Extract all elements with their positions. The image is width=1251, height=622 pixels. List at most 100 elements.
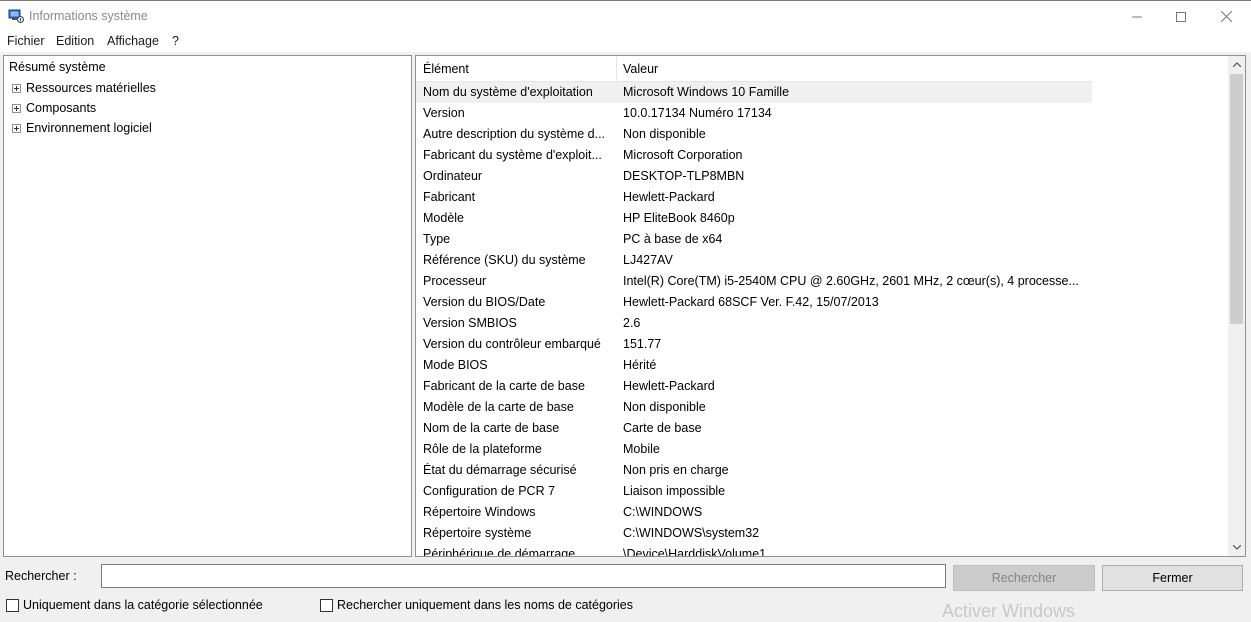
item-cell: Fabricant du système d'exploit... [423,148,602,162]
table-row[interactable]: Ordinateur DESKTOP-TLP8MBN [416,166,1092,187]
checkbox-box[interactable] [320,598,333,612]
item-cell: Périphérique de démarrage [423,547,576,557]
item-cell: Fabricant de la carte de base [423,379,585,393]
close-window-button[interactable] [1203,1,1249,32]
item-cell: Répertoire système [423,526,532,540]
table-row[interactable]: Configuration de PCR 7 Liaison impossible [416,481,1092,502]
value-cell: 151.77 [623,337,662,351]
value-cell: Hérité [623,358,657,372]
scroll-up-icon[interactable] [1228,56,1245,73]
table-row[interactable]: Modèle de la carte de base Non disponible [416,397,1092,418]
list-header: Élément Valeur [416,56,1092,82]
table-row[interactable]: Type PC à base de x64 [416,229,1092,250]
item-cell: Nom du système d'exploitation [423,85,593,99]
selected-category-only-checkbox[interactable]: Uniquement dans la catégorie sélectionné… [6,598,263,612]
table-row[interactable]: Rôle de la plateforme Mobile [416,439,1092,460]
checkbox-box[interactable] [6,598,19,612]
tree-item-system-summary[interactable]: Résumé système [9,60,106,74]
table-row[interactable]: Fabricant Hewlett-Packard [416,187,1092,208]
table-row[interactable]: Version 10.0.17134 Numéro 17134 [416,103,1092,124]
table-row[interactable]: Version du BIOS/Date Hewlett-Packard 68SC… [416,292,1092,313]
item-cell: Référence (SKU) du système [423,253,586,267]
column-divider[interactable] [616,56,617,82]
value-cell: Liaison impossible [623,484,726,498]
item-cell: Modèle de la carte de base [423,400,574,414]
close-button[interactable]: Fermer [1102,565,1243,591]
item-cell: Autre description du système d... [423,127,606,141]
table-row[interactable]: Nom de la carte de base Carte de base [416,418,1092,439]
value-cell: Hewlett-Packard 68SCF Ver. F.42, 15/07/2… [623,295,879,309]
value-cell: C:\WINDOWS [623,505,703,519]
tree-item-hardware-resources[interactable]: Ressources matérielles [12,81,156,95]
category-names-only-checkbox[interactable]: Rechercher uniquement dans les noms de c… [320,598,633,612]
maximize-button[interactable] [1158,1,1204,32]
window-title: Informations système [29,9,148,23]
value-cell: Hewlett-Packard [623,379,715,393]
column-header-value[interactable]: Valeur [623,62,658,76]
table-row[interactable]: Processeur Intel(R) Core(TM) i5-2540M CPU… [416,271,1092,292]
value-cell: LJ427AV [623,253,673,267]
menu-edit[interactable]: Edition [56,34,94,48]
table-row[interactable]: Nom du système d'exploitation Microsoft W… [416,82,1092,103]
minimize-button[interactable] [1114,1,1160,32]
table-row[interactable]: Référence (SKU) du système LJ427AV [416,250,1092,271]
item-cell: Configuration de PCR 7 [423,484,556,498]
item-cell: Mode BIOS [423,358,488,372]
scroll-down-icon[interactable] [1228,539,1245,556]
minimize-icon [1132,16,1142,17]
item-cell: Rôle de la plateforme [423,442,542,456]
checkbox-label: Uniquement dans la catégorie sélectionné… [23,598,263,612]
table-row[interactable]: État du démarrage sécurisé Non pris en ch… [416,460,1092,481]
value-cell: Carte de base [623,421,702,435]
column-header-item[interactable]: Élément [423,62,469,76]
menu-view[interactable]: Affichage [107,34,159,48]
value-cell: HP EliteBook 8460p [623,211,735,225]
table-row[interactable]: Fabricant de la carte de base Hewlett-Pac… [416,376,1092,397]
table-row[interactable]: Version SMBIOS 2.6 [416,313,1092,334]
search-label: Rechercher : [5,569,77,583]
search-button[interactable]: Rechercher [953,565,1095,591]
value-cell: Mobile [623,442,660,456]
value-cell: DESKTOP-TLP8MBN [623,169,745,183]
menu-file[interactable]: Fichier [7,34,45,48]
tree-item-label: Composants [26,101,97,115]
tree-item-label: Environnement logiciel [26,121,152,135]
menu-help[interactable]: ? [172,34,179,48]
value-cell: Non disponible [623,400,706,414]
value-cell: Microsoft Windows 10 Famille [623,85,790,99]
list-rows: Nom du système d'exploitation Microsoft W… [416,82,1228,557]
value-cell: Non disponible [623,127,706,141]
item-cell: Fabricant [423,190,476,204]
table-row[interactable]: Répertoire Windows C:\WINDOWS [416,502,1092,523]
search-input[interactable] [101,564,946,588]
tree-item-software-environment[interactable]: Environnement logiciel [12,121,152,135]
expand-plus-icon[interactable] [12,103,21,113]
item-cell: Nom de la carte de base [423,421,560,435]
table-row[interactable]: Périphérique de démarrage \Device\Harddis… [416,544,1092,557]
value-cell: 2.6 [623,316,641,330]
item-cell: État du démarrage sécurisé [423,463,577,477]
table-row[interactable]: Version du contrôleur embarqué 151.77 [416,334,1092,355]
checkbox-label: Rechercher uniquement dans les noms de c… [337,598,634,612]
title-bar: Informations système [0,0,1251,32]
table-row[interactable]: Mode BIOS Hérité [416,355,1092,376]
table-row[interactable]: Fabricant du système d'exploit... Microso… [416,145,1092,166]
item-cell: Ordinateur [423,169,483,183]
scrollbar-thumb[interactable] [1230,74,1243,324]
value-cell: 10.0.17134 Numéro 17134 [623,106,772,120]
close-icon [1220,11,1232,22]
table-row[interactable]: Autre description du système d... Non dis… [416,124,1092,145]
item-cell: Type [423,232,451,246]
item-cell: Processeur [423,274,487,288]
item-cell: Version du BIOS/Date [423,295,546,309]
table-row[interactable]: Répertoire système C:\WINDOWS\system32 [416,523,1092,544]
tree-item-components[interactable]: Composants [12,101,96,115]
expand-plus-icon[interactable] [12,83,21,93]
vertical-scrollbar[interactable] [1228,56,1245,556]
table-row[interactable]: Modèle HP EliteBook 8460p [416,208,1092,229]
details-list[interactable]: Élément Valeur Nom du système d'exploita… [415,55,1246,557]
item-cell: Répertoire Windows [423,505,536,519]
item-cell: Version [423,106,465,120]
category-tree[interactable]: Résumé système Ressources matérielles Co… [3,55,412,557]
expand-plus-icon[interactable] [12,123,21,133]
